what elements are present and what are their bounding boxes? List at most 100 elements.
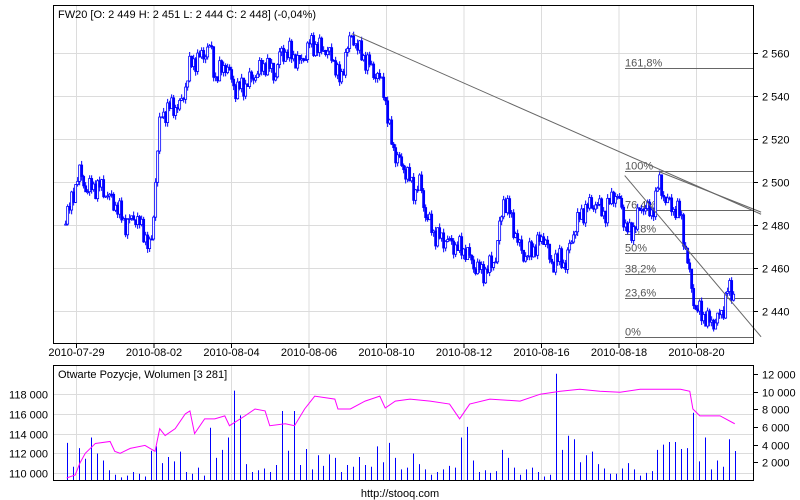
price-candle-body <box>714 322 718 330</box>
volume-tick-label: 12 000 <box>762 370 796 382</box>
price-candle-body <box>724 292 728 319</box>
y-tick-label: 2 480 <box>762 221 790 233</box>
price-candle-body <box>420 174 424 192</box>
volume-tick-label: 10 000 <box>762 388 796 400</box>
price-candle-body <box>276 64 280 78</box>
price-candle-body <box>102 179 106 198</box>
price-candle-body <box>154 181 158 218</box>
y-tick-label: 2 560 <box>762 49 790 61</box>
price-candle-body <box>390 119 394 145</box>
price-candle-body <box>402 165 406 171</box>
y-tick-label: 2 520 <box>762 135 790 147</box>
volume-tick-label: 2 000 <box>762 458 790 470</box>
price-candle-body <box>572 234 576 243</box>
price-candle-body <box>550 258 554 263</box>
y-tick-label: 2 440 <box>762 307 790 319</box>
price-candle-body <box>508 198 512 215</box>
price-candle-body <box>372 63 376 79</box>
price-candle-body <box>278 51 282 65</box>
price-candle-body <box>320 37 324 52</box>
price-candle-body <box>472 259 476 270</box>
x-tick-label: 2010-08-16 <box>513 347 569 359</box>
x-tick-label: 2010-08-18 <box>591 347 647 359</box>
x-tick-label: 2010-08-10 <box>358 347 414 359</box>
price-candle-body <box>158 116 162 152</box>
price-panel-title: FW20 [O: 2 449 H: 2 451 L: 2 444 C: 2 44… <box>58 9 316 21</box>
price-candle-body <box>656 187 660 192</box>
price-candle-body <box>184 86 188 100</box>
price-candle-body <box>330 47 334 61</box>
price-candle-body <box>566 249 570 270</box>
price-candle-body <box>274 76 278 81</box>
price-candle-body <box>694 305 698 310</box>
y-tick-label: 2 460 <box>762 264 790 276</box>
oi-tick-label: 118 000 <box>9 390 48 402</box>
price-candle-body <box>250 71 254 79</box>
oi-tick-label: 114 000 <box>9 430 48 442</box>
fib-level-label: 23,6% <box>625 288 656 300</box>
fib-level-label: 161,8% <box>625 58 663 70</box>
price-candle-body <box>468 247 472 256</box>
oi-tick-label: 116 000 <box>9 410 48 422</box>
price-candle-body <box>498 220 502 241</box>
x-tick-label: 2010-07-29 <box>48 347 104 359</box>
volume-panel-frame <box>53 365 754 481</box>
price-candle-body <box>682 214 686 247</box>
price-candle-body <box>660 174 664 196</box>
x-tick-label: 2010-08-12 <box>436 347 492 359</box>
oi-tick-label: 110 000 <box>9 469 48 481</box>
y-tick-label: 2 500 <box>762 178 790 190</box>
price-candle-body <box>520 239 524 251</box>
price-candle-body <box>82 176 86 187</box>
price-candle-body <box>230 69 234 80</box>
price-candle-body <box>382 76 386 98</box>
price-candle-body <box>732 293 736 301</box>
price-candle-body <box>422 190 426 208</box>
price-candle-body <box>368 54 372 65</box>
price-candle-body <box>256 73 260 79</box>
price-candle-body <box>548 243 552 260</box>
oi-tick-label: 112 000 <box>9 449 48 461</box>
price-candle-body <box>424 207 428 219</box>
price-candle-body <box>178 99 182 110</box>
volume-panel-title: Otwarte Pozycje, Wolumen [3 281] <box>58 369 227 381</box>
x-tick-label: 2010-08-04 <box>203 347 259 359</box>
price-candle-body <box>156 150 160 183</box>
price-candle-body <box>76 180 80 185</box>
volume-tick-label: 8 000 <box>762 405 790 417</box>
price-candle-body <box>492 262 496 268</box>
price-candle-body <box>74 184 78 203</box>
price-candle-body <box>500 216 504 222</box>
price-candle-body <box>496 240 500 263</box>
fib-level-label: 100% <box>625 161 653 173</box>
price-candle-body <box>692 288 696 307</box>
price-candle-body <box>574 231 578 236</box>
x-tick-label: 2010-08-20 <box>668 347 724 359</box>
price-candle-body <box>414 189 418 201</box>
fib-level-label: 50% <box>625 243 647 255</box>
price-candle-body <box>120 200 124 221</box>
x-tick-label: 2010-08-02 <box>126 347 182 359</box>
price-candle-body <box>636 207 640 230</box>
price-candle-body <box>470 254 474 261</box>
price-candle-body <box>346 48 350 53</box>
price-candle-body <box>152 216 156 240</box>
price-candle-body <box>690 268 694 289</box>
price-candle-body <box>620 197 624 208</box>
y-tick-label: 2 540 <box>762 92 790 104</box>
footer-link[interactable]: http://stooq.com <box>361 488 439 500</box>
fib-level-label: 0% <box>625 327 641 339</box>
price-candle-body <box>444 241 448 249</box>
chart-container: 161,8% 100% 76,4% 61,8% 50% 38,2% 23,6% 0% FW20… <box>0 0 800 500</box>
price-candle-body <box>126 218 130 236</box>
trend-line <box>657 170 762 213</box>
open-interest-line <box>66 388 735 479</box>
price-candle-body <box>392 143 396 149</box>
price-candle-body <box>80 164 84 177</box>
price-candle-body <box>546 239 550 245</box>
price-candle-body <box>348 35 352 49</box>
price-candle-body <box>148 238 152 249</box>
price-candle-body <box>344 51 348 76</box>
price-candle-body <box>568 242 572 251</box>
price-candle-body <box>400 156 404 166</box>
